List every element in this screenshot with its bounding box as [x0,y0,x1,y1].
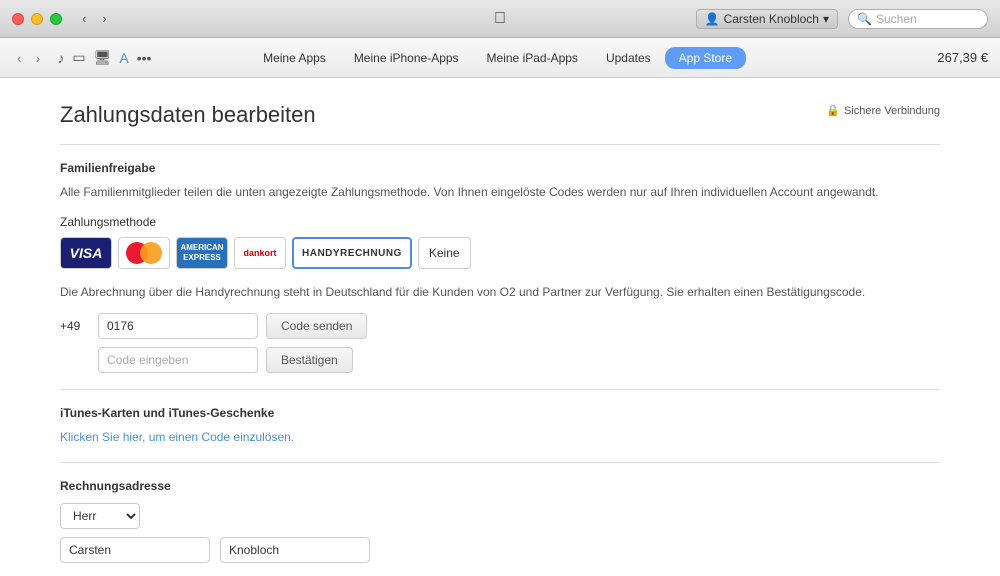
chevron-down-icon: ▾ [823,12,829,26]
phone-input[interactable] [98,313,258,339]
display-icon: ▭ [72,49,85,66]
amex-label: AMERICANEXPRESS [180,243,223,262]
divider-3 [60,462,940,463]
tab-app-store[interactable]: App Store [665,47,746,69]
payment-mastercard[interactable] [118,237,170,269]
secure-badge: 🔒 Sichere Verbindung [826,104,940,117]
main-content: Zahlungsdaten bearbeiten 🔒 Sichere Verbi… [0,78,1000,576]
toolbar-nav: Meine Apps Meine iPhone-Apps Meine iPad-… [249,46,746,70]
visa-label: VISA [70,245,103,261]
user-icon: 👤 [705,12,720,26]
payment-keine[interactable]: Keine [418,237,471,269]
zahlungsmethode-label: Zahlungsmethode [60,215,940,229]
lock-icon: 🔒 [826,104,840,117]
secure-text: Sichere Verbindung [844,105,940,117]
tab-meine-ipad-apps[interactable]: Meine iPad-Apps [473,46,592,70]
user-name: Carsten Knobloch [724,12,819,26]
itunes-title: iTunes-Karten und iTunes-Geschenke [60,406,940,420]
minimize-button[interactable] [31,13,43,25]
back-nav-button[interactable]: ‹ [12,48,27,68]
tab-meine-apps[interactable]: Meine Apps [249,46,340,70]
mastercard-logo [126,242,162,264]
keine-label: Keine [429,246,460,260]
mc-right-circle [140,242,162,264]
itunes-section: iTunes-Karten und iTunes-Geschenke Klick… [60,406,940,446]
maximize-button[interactable] [50,13,62,25]
anrede-select[interactable]: Herr Frau [60,503,140,529]
divider-1 [60,144,940,145]
tab-updates[interactable]: Updates [592,46,665,70]
familienfreigabe-desc: Alle Familienmitglieder teilen die unten… [60,183,940,201]
titlebar: ‹ ›  👤 Carsten Knobloch ▾ 🔍 Suchen [0,0,1000,38]
familienfreigabe-title: Familienfreigabe [60,161,940,175]
handyrechnung-desc: Die Abrechnung über die Handyrechnung st… [60,283,940,301]
payment-dankort[interactable]: dankort [234,237,286,269]
search-box[interactable]: 🔍 Suchen [848,9,988,29]
search-icon: 🔍 [857,12,872,26]
tab-meine-iphone-apps[interactable]: Meine iPhone-Apps [340,46,473,70]
traffic-lights [12,13,62,25]
dankort-label: dankort [243,248,276,258]
apple-logo-icon:  [494,10,506,28]
code-input[interactable] [98,347,258,373]
apps-icon: A [119,50,128,66]
rechnungsadresse-title: Rechnungsadresse [60,479,940,493]
payment-methods: VISA AMERICANEXPRESS dankort HANDYRECHNU… [60,237,940,269]
payment-handyrechnung[interactable]: HANDYRECHNUNG [292,237,412,269]
page-title: Zahlungsdaten bearbeiten [60,102,940,128]
back-button[interactable]: ‹ [78,9,90,28]
balance-display: 267,39 € [937,50,988,65]
toolbar: ‹ › ♪ ▭ 🖥 A ••• Meine Apps Meine iPhone-… [0,38,1000,78]
search-placeholder: Suchen [876,12,917,26]
country-code: +49 [60,319,90,333]
user-badge[interactable]: 👤 Carsten Knobloch ▾ [696,9,838,29]
code-senden-button[interactable]: Code senden [266,313,367,339]
phone-row: +49 Code senden [60,313,940,339]
forward-button[interactable]: › [98,9,110,28]
more-icon[interactable]: ••• [137,50,152,66]
monitor-icon: 🖥 [94,49,112,66]
close-button[interactable] [12,13,24,25]
toolbar-icons: ♪ ▭ 🖥 A ••• [57,49,151,66]
payment-visa[interactable]: VISA [60,237,112,269]
nav-controls: ‹ › [78,9,111,28]
itunes-redeem-link[interactable]: Klicken Sie hier, um einen Code einzulös… [60,430,294,444]
music-icon: ♪ [57,50,64,66]
handyrechnung-label: HANDYRECHNUNG [302,248,402,259]
name-row [60,537,940,563]
bestaetigen-button[interactable]: Bestätigen [266,347,353,373]
last-name-input[interactable] [220,537,370,563]
first-name-input[interactable] [60,537,210,563]
divider-2 [60,389,940,390]
code-row: Bestätigen [60,347,940,373]
forward-nav-button[interactable]: › [31,48,46,68]
payment-amex[interactable]: AMERICANEXPRESS [176,237,228,269]
titlebar-right: 👤 Carsten Knobloch ▾ 🔍 Suchen [696,9,988,29]
